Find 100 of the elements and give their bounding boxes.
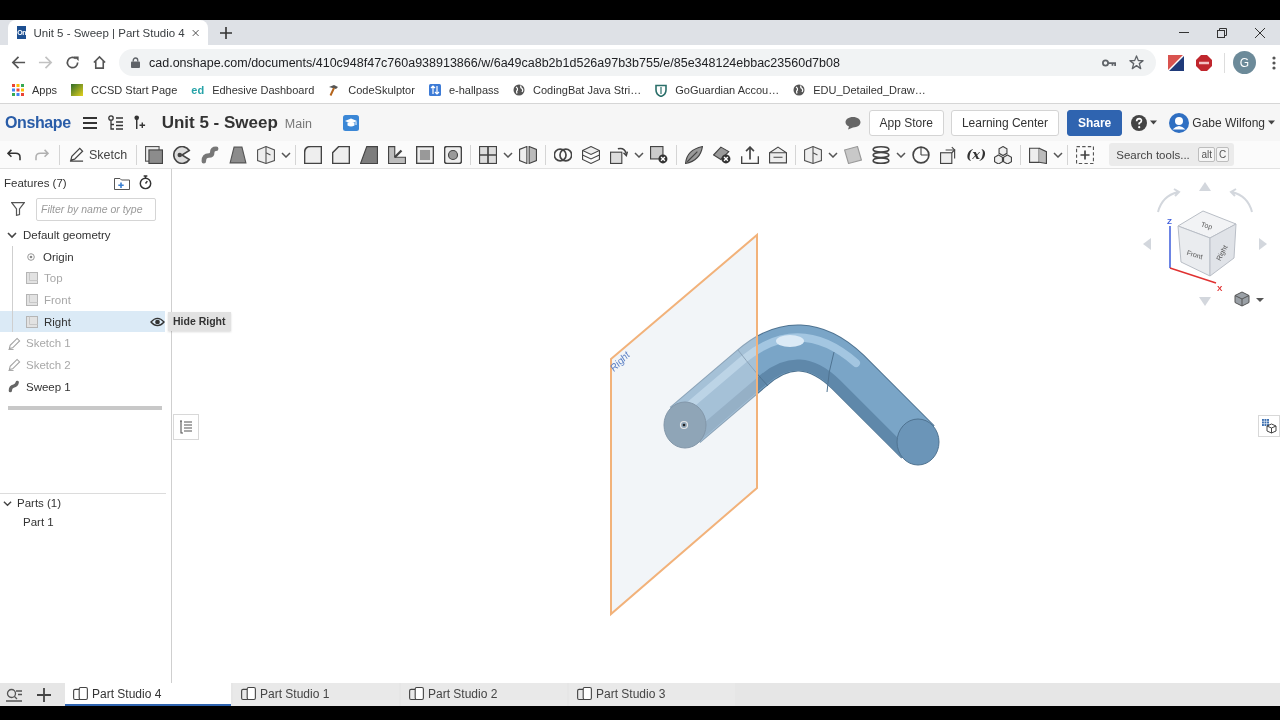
reload-icon[interactable] bbox=[65, 55, 80, 70]
square-x-icon[interactable] bbox=[650, 145, 669, 164]
hole-icon[interactable] bbox=[444, 145, 463, 164]
pencil-icon bbox=[69, 147, 84, 162]
reference-plane[interactable] bbox=[610, 232, 758, 617]
help-icon[interactable] bbox=[1131, 114, 1148, 131]
caret-icon[interactable] bbox=[1256, 298, 1264, 302]
header-button[interactable]: Learning Center bbox=[950, 109, 1059, 136]
back-arrow-icon[interactable] bbox=[11, 55, 26, 70]
menu-icon[interactable] bbox=[82, 116, 97, 129]
caret-icon[interactable] bbox=[281, 151, 292, 158]
wedge-icon[interactable] bbox=[360, 145, 379, 164]
header-button[interactable]: App Store bbox=[868, 109, 944, 136]
mirror-icon[interactable] bbox=[519, 145, 538, 164]
caret-icon[interactable] bbox=[1053, 151, 1064, 158]
grid-cube-icon[interactable] bbox=[1258, 415, 1280, 437]
cube-arrow-icon[interactable] bbox=[610, 145, 629, 164]
shortcut-key: alt bbox=[1198, 147, 1216, 162]
feature-item[interactable]: Sweep 1 bbox=[0, 375, 165, 398]
rounded-corner-icon[interactable] bbox=[304, 145, 323, 164]
part-studio-tab[interactable]: Part Studio 4 bbox=[65, 683, 231, 706]
part-item[interactable]: Part 1 bbox=[0, 512, 166, 532]
stacked-plates-icon[interactable] bbox=[582, 145, 601, 164]
grid-icon[interactable] bbox=[479, 145, 498, 164]
graduation-cap-icon[interactable] bbox=[342, 114, 359, 131]
folded-sheet-icon[interactable] bbox=[257, 145, 276, 164]
branch-label[interactable]: Main bbox=[284, 117, 312, 131]
feature-item[interactable]: Origin bbox=[0, 245, 165, 268]
feature-group[interactable]: Default geometry bbox=[0, 224, 165, 246]
envelope-icon[interactable] bbox=[769, 145, 788, 164]
cubes-icon[interactable] bbox=[994, 145, 1013, 164]
caret-icon[interactable] bbox=[896, 151, 907, 158]
pin-plus-icon[interactable] bbox=[132, 115, 146, 130]
stopwatch-icon[interactable] bbox=[139, 175, 152, 190]
beveled-corner-icon[interactable] bbox=[332, 145, 351, 164]
bookmark[interactable]: ed Edhesive Dashboard bbox=[191, 84, 315, 96]
s-curve-icon[interactable] bbox=[201, 145, 220, 164]
z-axis bbox=[1169, 225, 1171, 269]
folder-plus-icon[interactable] bbox=[114, 175, 130, 190]
profile-avatar[interactable]: G bbox=[1233, 51, 1256, 74]
diamond-x-icon[interactable] bbox=[713, 145, 732, 164]
plus-icon[interactable] bbox=[37, 687, 51, 702]
bookmark[interactable]: GoGuardian Accou… bbox=[655, 83, 780, 97]
x-axis bbox=[1169, 267, 1217, 284]
book-icon[interactable] bbox=[1029, 145, 1048, 164]
key-icon[interactable] bbox=[1102, 58, 1116, 67]
tree-list-icon[interactable] bbox=[106, 114, 123, 131]
plus-icon[interactable] bbox=[220, 27, 232, 39]
more-icon[interactable] bbox=[1272, 55, 1276, 70]
tray-arrow-icon[interactable] bbox=[741, 145, 760, 164]
home-icon[interactable] bbox=[92, 55, 107, 70]
bookmark[interactable]: e-hallpass bbox=[428, 84, 500, 96]
cube-icon[interactable] bbox=[145, 145, 164, 164]
chat-bubble-icon[interactable] bbox=[844, 115, 861, 130]
overlapping-circles-icon[interactable] bbox=[554, 145, 573, 164]
filter-icon[interactable] bbox=[11, 202, 25, 216]
caret-icon[interactable] bbox=[828, 151, 839, 158]
address-bar[interactable]: cad.onshape.com/documents/410c948f47c760a938913866/w/6a49ca8b2b1d526a97b3b755/e/85e348124ebbac23560d7b08 bbox=[119, 49, 1156, 76]
feature-item[interactable]: Right bbox=[0, 310, 165, 333]
leaf-icon[interactable] bbox=[685, 145, 704, 164]
filter-field[interactable]: Filter by name or type bbox=[36, 197, 156, 221]
search-list-icon[interactable] bbox=[6, 687, 22, 702]
app-logo[interactable]: Onshape bbox=[5, 113, 71, 132]
panel-title: Features (7) bbox=[4, 176, 67, 189]
square-icon bbox=[26, 293, 38, 306]
bookmark[interactable]: CCSD Start Page bbox=[71, 84, 178, 96]
star-icon[interactable] bbox=[1129, 55, 1144, 70]
restore-icon[interactable] bbox=[1217, 27, 1227, 38]
stop-sign-icon[interactable] bbox=[1196, 54, 1212, 71]
dashed-plus-icon[interactable] bbox=[1076, 145, 1095, 164]
caret-icon[interactable] bbox=[503, 151, 514, 158]
view-cube[interactable] bbox=[1177, 210, 1237, 277]
ring-dot-icon bbox=[679, 420, 689, 430]
share-button[interactable]: Share bbox=[1066, 109, 1123, 136]
bookmark[interactable]: CodeSkulptor bbox=[328, 84, 415, 96]
apps-grid-icon bbox=[12, 84, 24, 96]
close-icon[interactable] bbox=[1255, 27, 1265, 38]
slashed-square-icon[interactable] bbox=[1168, 54, 1184, 71]
shaded-cube-icon[interactable] bbox=[1234, 291, 1250, 307]
curved-tube-icon bbox=[8, 380, 21, 394]
folded-sheet-icon[interactable] bbox=[804, 145, 823, 164]
bookmark[interactable]: CodingBat Java Stri… bbox=[513, 84, 642, 96]
caret-icon[interactable] bbox=[634, 151, 645, 158]
caret-icon[interactable] bbox=[1150, 120, 1158, 125]
eye-icon[interactable] bbox=[150, 316, 165, 327]
bookmark[interactable]: Apps bbox=[12, 84, 58, 96]
part-studio-icon bbox=[577, 687, 592, 700]
shield-icon bbox=[655, 83, 668, 97]
l-shape-icon[interactable] bbox=[388, 145, 407, 164]
user-menu[interactable]: Gabe Wilfong bbox=[1169, 112, 1275, 133]
bookmark[interactable]: EDU_Detailed_Draw… bbox=[793, 84, 926, 96]
clock-icon[interactable] bbox=[912, 145, 931, 164]
list-icon[interactable] bbox=[173, 414, 199, 440]
sketch-button[interactable]: Sketch bbox=[63, 142, 134, 167]
undo-icon[interactable] bbox=[7, 148, 21, 161]
swept-tube[interactable] bbox=[663, 324, 940, 466]
variable-button[interactable]: (x) bbox=[963, 147, 990, 162]
frustum-icon[interactable] bbox=[229, 145, 248, 164]
parts-group[interactable]: Parts (1) bbox=[0, 493, 166, 513]
helix-icon[interactable] bbox=[872, 145, 891, 164]
